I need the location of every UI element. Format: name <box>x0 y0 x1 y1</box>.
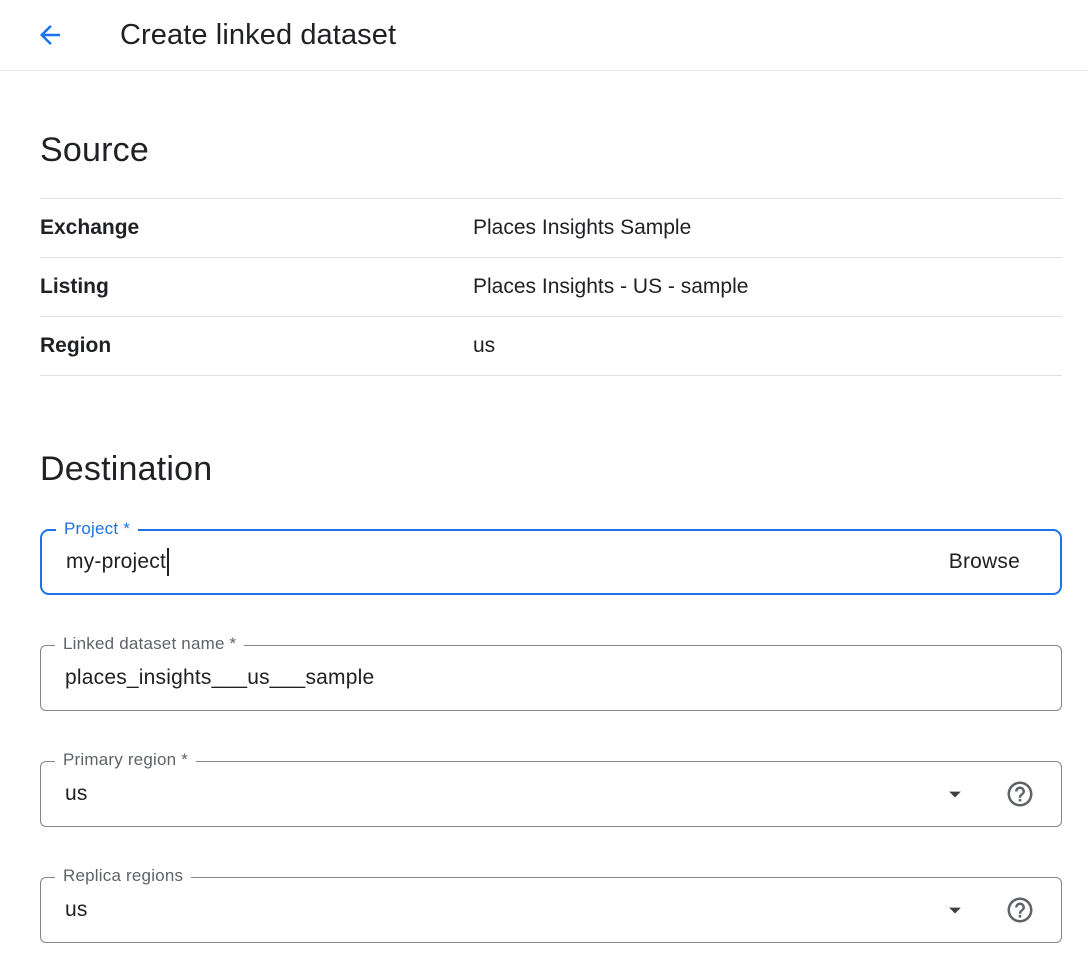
page-header: Create linked dataset <box>0 0 1088 71</box>
linked-dataset-name-value: places_insights___us___sample <box>65 666 374 690</box>
linked-dataset-name-field[interactable]: Linked dataset name * places_insights___… <box>40 645 1062 711</box>
help-icon[interactable] <box>1005 895 1035 925</box>
listing-value: Places Insights - US - sample <box>473 275 1062 299</box>
table-row-exchange: Exchange Places Insights Sample <box>40 199 1062 258</box>
replica-regions-select[interactable]: Replica regions us <box>40 877 1062 943</box>
replica-regions-controls <box>941 895 1037 925</box>
browse-button[interactable]: Browse <box>949 550 1036 574</box>
region-label: Region <box>40 334 473 358</box>
exchange-label: Exchange <box>40 216 473 240</box>
primary-region-value: us <box>65 782 88 806</box>
help-icon[interactable] <box>1005 779 1035 809</box>
chevron-down-icon[interactable] <box>941 780 969 808</box>
source-section-heading: Source <box>40 131 1062 199</box>
primary-region-controls <box>941 779 1037 809</box>
exchange-value: Places Insights Sample <box>473 216 1062 240</box>
page-title: Create linked dataset <box>120 19 396 52</box>
table-row-region: Region us <box>40 317 1062 376</box>
project-field[interactable]: Project * my-project Browse <box>40 529 1062 595</box>
back-button[interactable] <box>34 19 66 51</box>
table-row-listing: Listing Places Insights - US - sample <box>40 258 1062 317</box>
destination-section-heading: Destination <box>40 450 1062 489</box>
region-value: us <box>473 334 1062 358</box>
arrow-back-icon <box>35 20 65 50</box>
primary-region-label: Primary region * <box>55 750 196 770</box>
project-field-value: my-project <box>66 550 166 574</box>
text-cursor <box>167 548 169 576</box>
replica-regions-label: Replica regions <box>55 866 191 886</box>
project-field-label: Project * <box>56 519 138 539</box>
main-content: Source Exchange Places Insights Sample L… <box>0 131 1088 943</box>
chevron-down-icon[interactable] <box>941 896 969 924</box>
destination-form: Project * my-project Browse Linked datas… <box>40 529 1062 943</box>
linked-dataset-name-label: Linked dataset name * <box>55 634 244 654</box>
replica-regions-value: us <box>65 898 88 922</box>
primary-region-select[interactable]: Primary region * us <box>40 761 1062 827</box>
listing-label: Listing <box>40 275 473 299</box>
source-table: Exchange Places Insights Sample Listing … <box>40 199 1062 376</box>
